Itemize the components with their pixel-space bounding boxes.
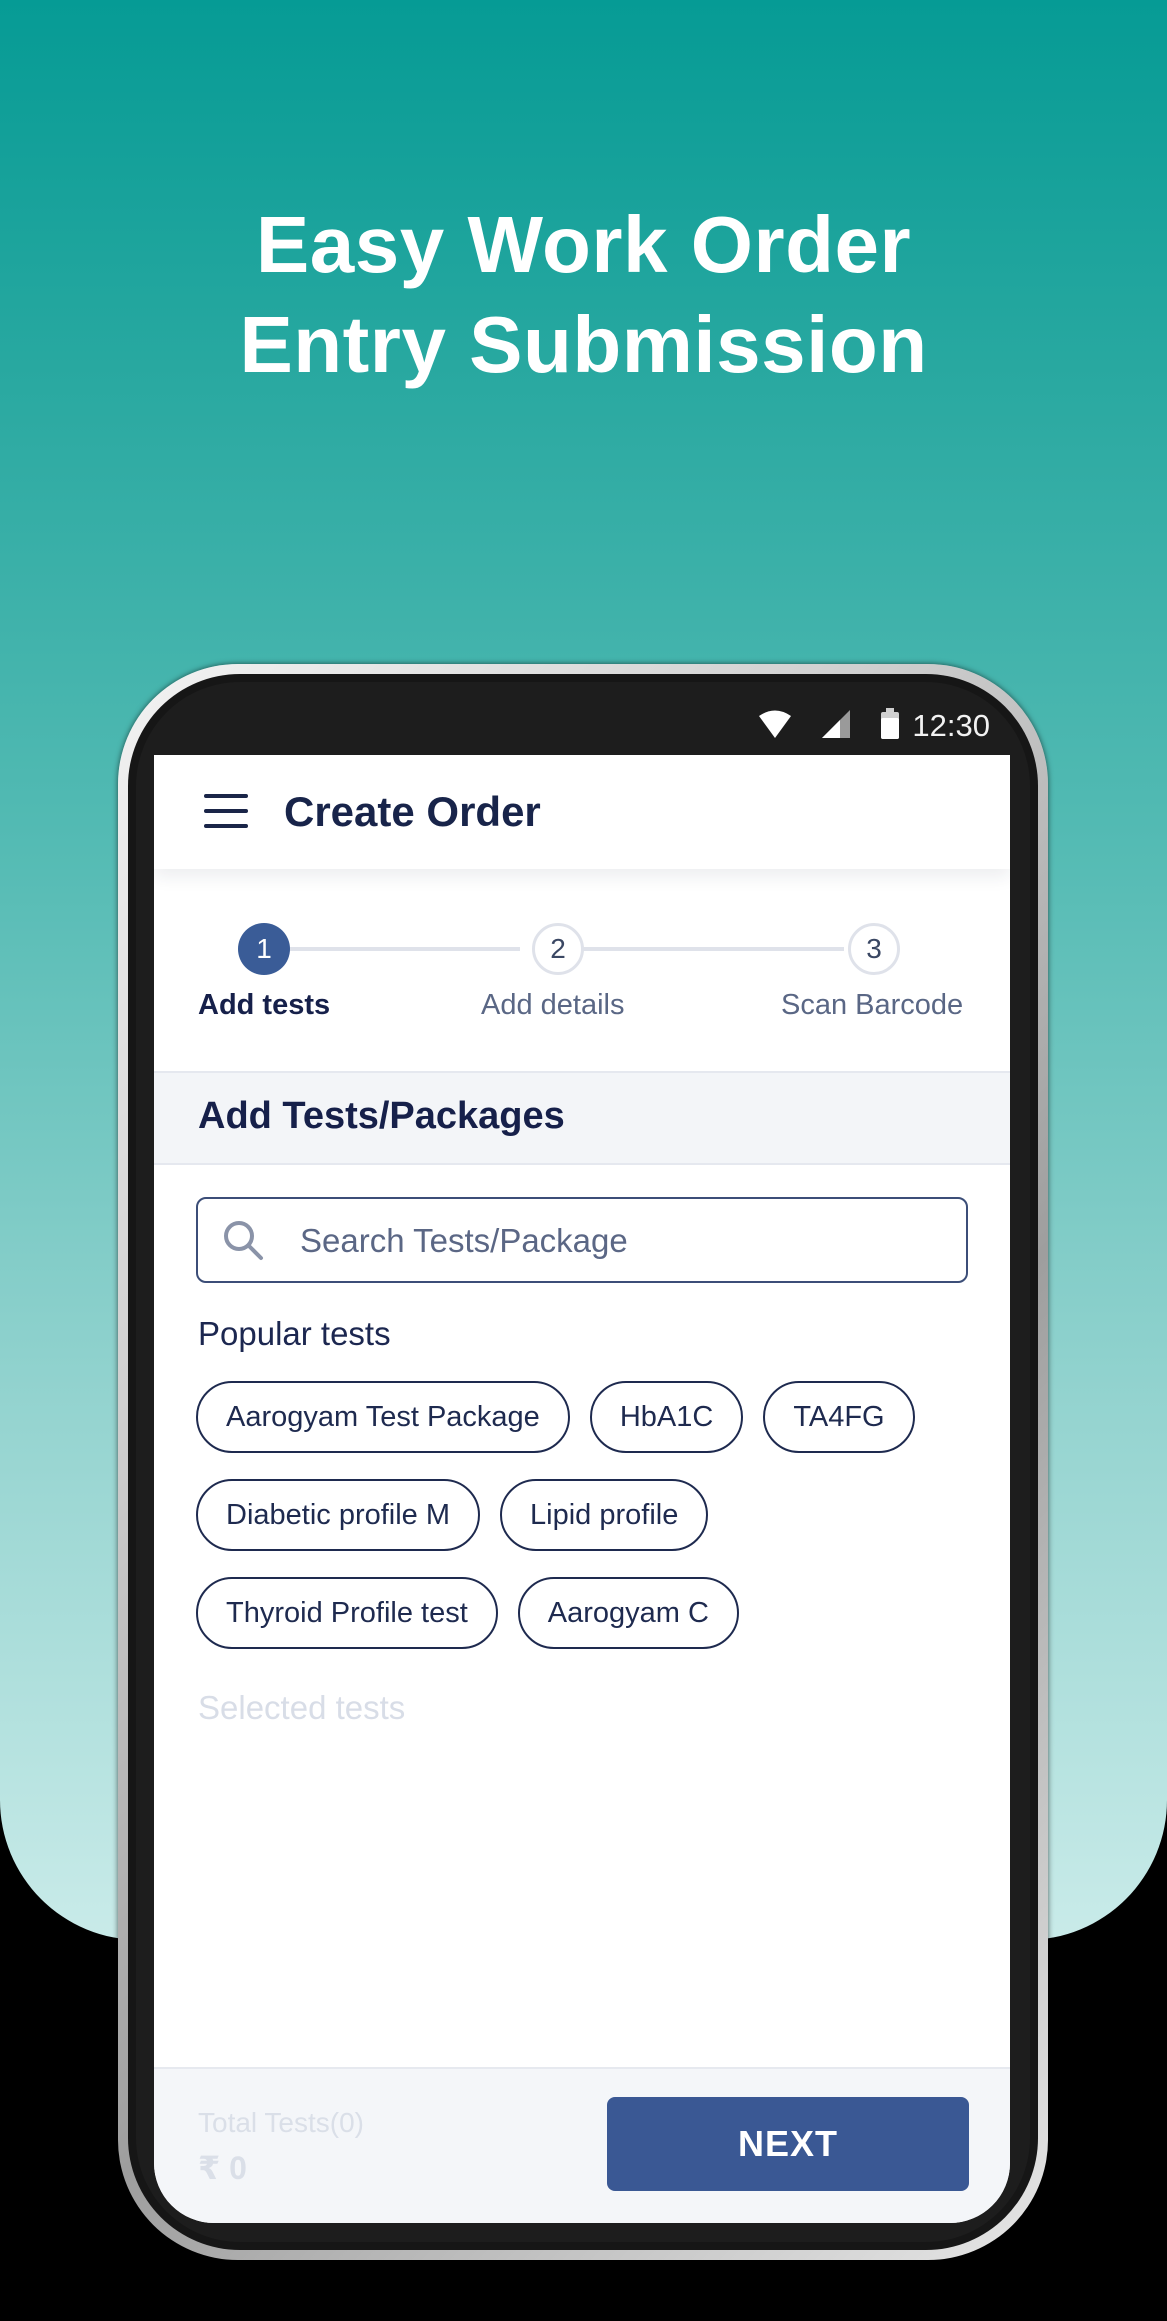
app-bar: Create Order bbox=[154, 755, 1010, 869]
chip-thyroid-profile-test[interactable]: Thyroid Profile test bbox=[196, 1577, 498, 1649]
step-connector-1 bbox=[264, 947, 520, 951]
headline-line-2: Entry Submission bbox=[239, 300, 928, 389]
step-connector-2 bbox=[574, 947, 844, 951]
chip-aarogyam-test-package[interactable]: Aarogyam Test Package bbox=[196, 1381, 570, 1453]
section-title: Add Tests/Packages bbox=[198, 1095, 565, 1137]
step-1-label: Add tests bbox=[198, 989, 331, 1021]
menu-icon[interactable] bbox=[204, 794, 248, 828]
popular-tests-chips: Aarogyam Test Package HbA1C TA4FG Diabet… bbox=[196, 1381, 986, 1675]
next-button[interactable]: NEXT bbox=[607, 2097, 969, 2191]
step-3-circle[interactable]: 3 bbox=[848, 923, 900, 975]
step-1-circle[interactable]: 1 bbox=[238, 923, 290, 975]
step-3-label: Scan Barcode bbox=[781, 989, 964, 1021]
chip-lipid-profile[interactable]: Lipid profile bbox=[500, 1479, 709, 1551]
search-box[interactable] bbox=[196, 1197, 968, 1283]
popular-tests-title: Popular tests bbox=[198, 1315, 391, 1352]
order-footer: Total Tests(0) ₹ 0 NEXT bbox=[154, 2067, 1010, 2223]
status-time: 12:30 bbox=[912, 708, 990, 743]
wifi-icon bbox=[759, 710, 791, 738]
signal-icon bbox=[822, 710, 850, 738]
battery-icon bbox=[881, 708, 899, 739]
chip-hba1c[interactable]: HbA1C bbox=[589, 1381, 744, 1453]
page-title: Create Order bbox=[284, 788, 541, 835]
total-tests-label: Total Tests(0) bbox=[198, 2107, 364, 2138]
step-2-label: Add details bbox=[481, 989, 625, 1021]
search-input[interactable] bbox=[298, 1199, 942, 1283]
section-divider bbox=[154, 1163, 1010, 1165]
chip-ta4fg[interactable]: TA4FG bbox=[763, 1381, 915, 1453]
status-icons bbox=[758, 708, 900, 740]
chip-diabetic-profile-m[interactable]: Diabetic profile M bbox=[196, 1479, 481, 1551]
chip-row-3: Thyroid Profile test Aarogyam C bbox=[196, 1577, 986, 1649]
section-header: Add Tests/Packages bbox=[154, 1073, 1010, 1163]
total-amount: ₹ 0 bbox=[198, 2150, 247, 2186]
step-2-circle[interactable]: 2 bbox=[532, 923, 584, 975]
chip-aarogyam-c[interactable]: Aarogyam C bbox=[517, 1577, 739, 1649]
selected-tests-title: Selected tests bbox=[198, 1689, 406, 1726]
search-icon bbox=[224, 1221, 263, 1260]
status-bar: 12:30 bbox=[154, 700, 1010, 755]
promo-headline: Easy Work Order Entry Submission bbox=[0, 195, 1167, 395]
app-screen: Create Order 1 2 3 Add tests Add details… bbox=[154, 755, 1010, 2223]
headline-line-1: Easy Work Order bbox=[255, 200, 912, 289]
chip-row-1: Aarogyam Test Package HbA1C TA4FG bbox=[196, 1381, 986, 1453]
chip-row-2: Diabetic profile M Lipid profile bbox=[196, 1479, 986, 1551]
